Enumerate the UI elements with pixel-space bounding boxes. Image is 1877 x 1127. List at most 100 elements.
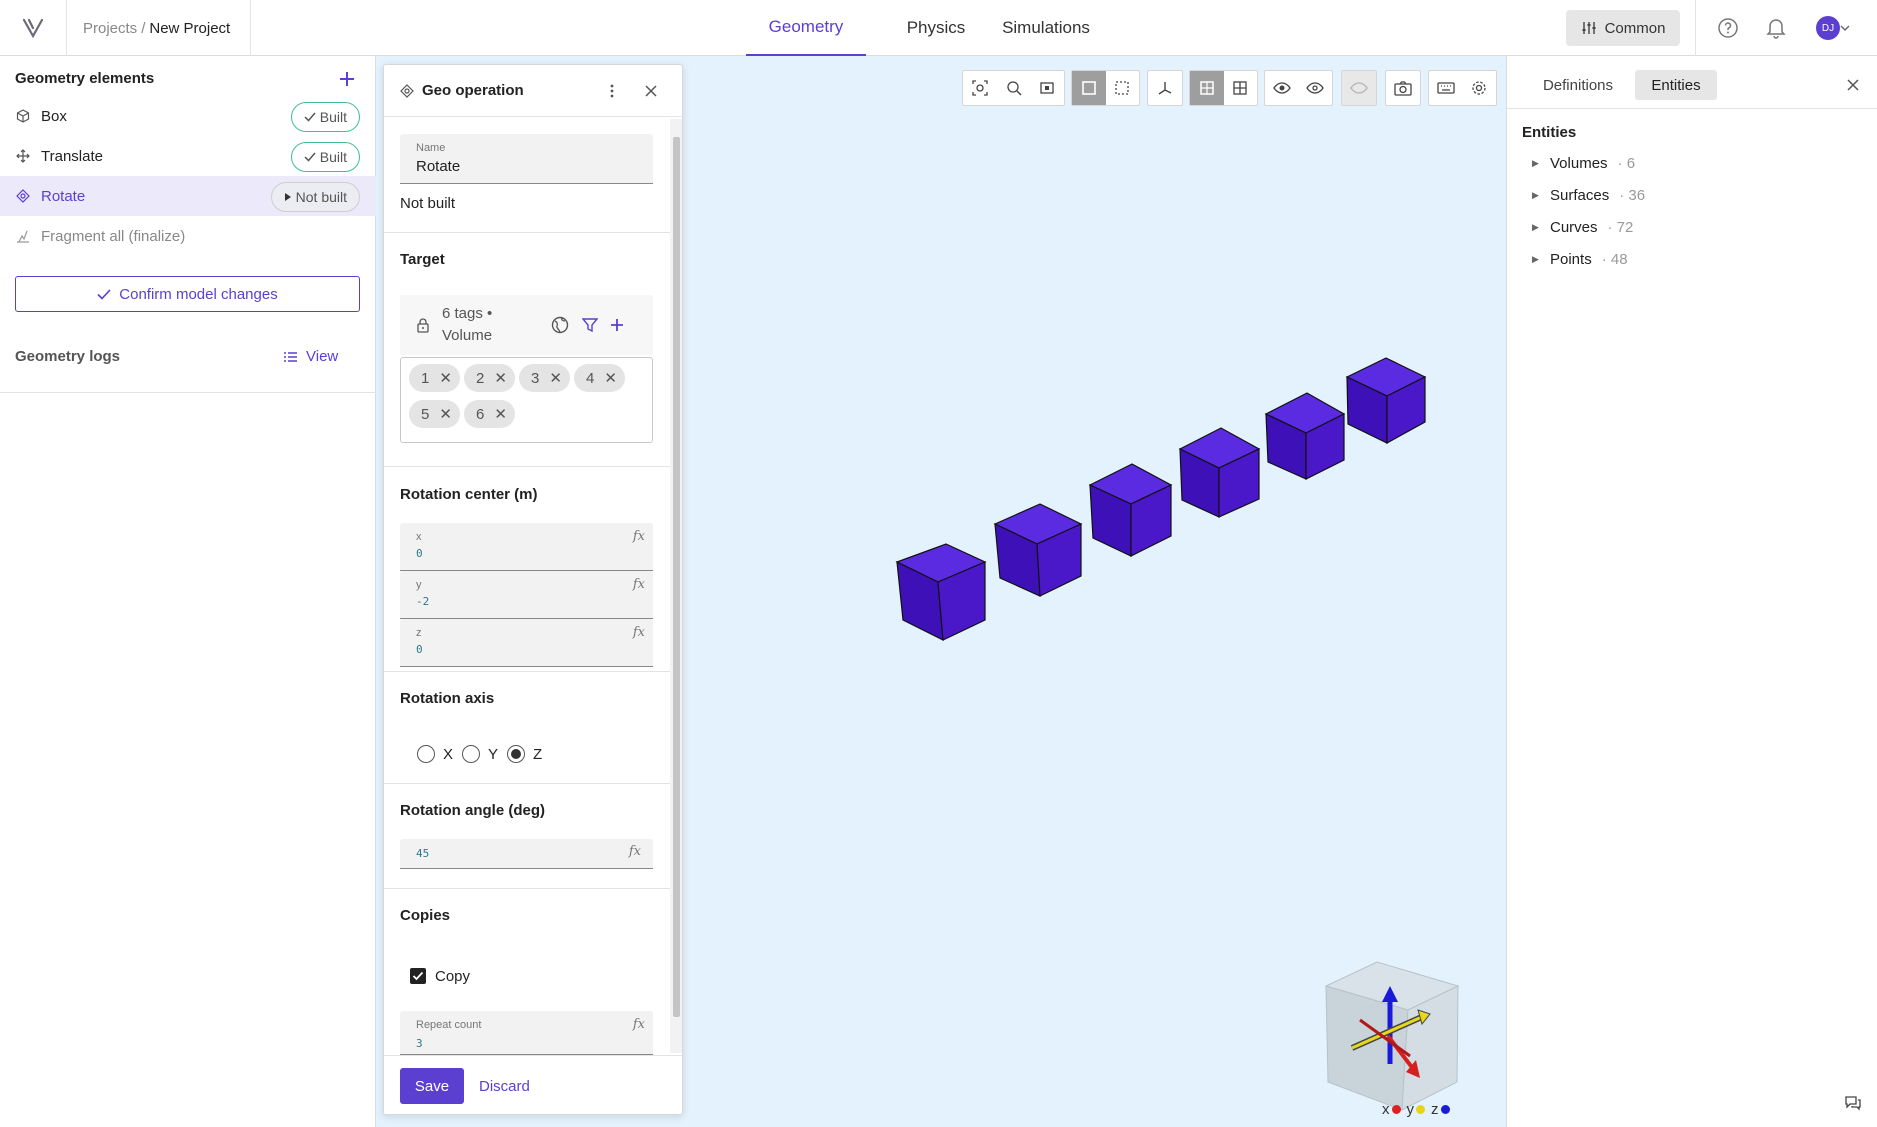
center-z-field[interactable]: z 0 fx [400,619,653,667]
box-select-icon[interactable] [1106,71,1140,105]
show-icon[interactable] [1299,71,1333,105]
axis-radio-x[interactable]: X [417,745,453,763]
filter-icon[interactable] [582,317,598,333]
axis-radio-y[interactable]: Y [462,745,498,763]
tag-chip[interactable]: 4 ✕ [574,364,625,392]
close-icon[interactable]: ✕ [439,369,452,387]
tag-chip[interactable]: 5 ✕ [409,400,460,428]
grid-icon[interactable] [1224,71,1258,105]
tag-chip[interactable]: 6 ✕ [464,400,515,428]
status-badge[interactable]: Built [290,142,360,172]
keyboard-icon[interactable] [1429,71,1463,105]
status-badge[interactable]: Not built [270,182,360,212]
center-x-field[interactable]: x 0 fx [400,523,653,571]
copy-checkbox[interactable] [410,968,426,984]
caret-right-icon[interactable]: ▶ [1532,158,1540,169]
bell-icon[interactable] [1762,14,1790,42]
layout-split-icon[interactable] [1190,71,1224,105]
screenshot-icon[interactable] [1386,71,1420,105]
eye-off-icon[interactable] [1342,71,1376,105]
zoom-selection-icon[interactable] [997,71,1031,105]
chat-icon[interactable] [1842,1092,1864,1114]
repeat-count-value[interactable]: 3 [416,1037,423,1050]
save-button[interactable]: Save [400,1068,464,1104]
tab-definitions[interactable]: Definitions [1523,70,1633,100]
element-translate[interactable]: Translate Built [0,136,376,176]
close-icon[interactable]: ✕ [494,369,507,387]
element-box[interactable]: Box Built [0,96,376,136]
caret-right-icon[interactable]: ▶ [1532,222,1540,233]
status-badge[interactable]: Built [290,102,360,132]
chevron-down-icon[interactable] [1838,14,1852,42]
globe-icon[interactable] [551,316,569,334]
close-icon[interactable]: ✕ [494,405,507,423]
formula-icon[interactable]: fx [629,844,641,859]
formula-icon[interactable]: fx [633,1017,645,1032]
hide-icon[interactable] [1265,71,1299,105]
avatar[interactable]: DJ [1816,16,1840,40]
tab-geometry[interactable]: Geometry [746,0,866,56]
tab-simulations[interactable]: Simulations [996,0,1096,56]
zoom-box-icon[interactable] [1030,71,1064,105]
confirm-model-changes-button[interactable]: Confirm model changes [15,276,360,312]
cube[interactable] [993,503,1083,597]
formula-icon[interactable]: fx [633,577,645,592]
entity-row-volumes[interactable]: ▶ Volumes · 6 [1532,155,1635,172]
formula-icon[interactable]: fx [633,529,645,544]
tag-chip[interactable]: 1 ✕ [409,364,460,392]
close-icon[interactable] [1843,75,1863,95]
cube[interactable] [1264,392,1346,480]
plus-icon[interactable] [610,318,624,332]
center-y-value[interactable]: -2 [416,595,429,608]
axis-radio-z[interactable]: Z [507,745,542,763]
cube[interactable] [895,543,987,642]
solid-view-icon[interactable] [1072,71,1106,105]
axes-icon[interactable] [1148,71,1182,105]
center-x-value[interactable]: 0 [416,547,423,560]
repeat-count-field[interactable]: Repeat count 3 fx [400,1011,653,1055]
entity-row-points[interactable]: ▶ Points · 48 [1532,251,1628,268]
help-icon[interactable] [1714,14,1742,42]
caret-right-icon[interactable]: ▶ [1532,254,1540,265]
add-element-button[interactable] [336,68,358,90]
common-button[interactable]: Common [1566,10,1680,46]
tag-chip[interactable]: 2 ✕ [464,364,515,392]
radio-circle[interactable] [462,745,480,763]
rotation-angle-value[interactable]: 45 [416,847,429,860]
discard-button[interactable]: Discard [479,1068,530,1104]
center-y-field[interactable]: y -2 fx [400,571,653,619]
close-icon[interactable]: ✕ [549,369,562,387]
entity-row-surfaces[interactable]: ▶ Surfaces · 36 [1532,187,1645,204]
name-field-value[interactable]: Rotate [416,158,460,175]
breadcrumb-projects[interactable]: Projects [83,20,137,37]
radio-circle[interactable] [417,745,435,763]
close-icon[interactable]: ✕ [604,369,617,387]
tab-entities[interactable]: Entities [1635,70,1717,100]
cube[interactable] [1178,427,1261,518]
scroll-thumb[interactable] [673,137,680,1017]
more-options-icon[interactable] [602,81,622,101]
orientation-cube[interactable] [1324,961,1460,1111]
close-icon[interactable]: ✕ [439,405,452,423]
rotation-angle-field[interactable]: 45 fx [400,839,653,869]
formula-icon[interactable]: fx [633,625,645,640]
radio-circle[interactable] [507,745,525,763]
close-icon[interactable] [641,81,661,101]
element-rotate[interactable]: Rotate Not built [0,176,376,216]
center-z-value[interactable]: 0 [416,643,423,656]
cube[interactable] [1088,463,1173,557]
tab-physics[interactable]: Physics [886,0,986,56]
app-logo[interactable] [0,0,67,56]
entity-row-curves[interactable]: ▶ Curves · 72 [1532,219,1633,236]
cube[interactable] [1345,357,1427,445]
scrollbar[interactable] [670,119,682,1053]
caret-right-icon[interactable]: ▶ [1532,190,1540,201]
view-logs-button[interactable]: View [283,348,338,365]
lock-icon[interactable] [416,317,430,333]
name-field[interactable]: Name Rotate [400,134,653,184]
gear-icon[interactable] [1463,71,1497,105]
zoom-fit-icon[interactable] [963,71,997,105]
element-fragment[interactable]: Fragment all (finalize) [0,216,376,256]
tag-chip[interactable]: 3 ✕ [519,364,570,392]
center-x-label: x [416,531,422,543]
